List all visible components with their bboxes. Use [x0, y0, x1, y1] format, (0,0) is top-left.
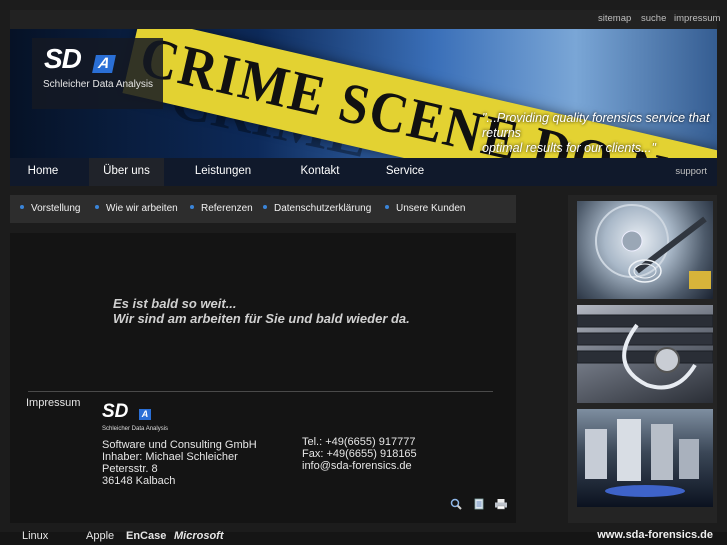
- small-logo: SD A Schleicher Data Analysis: [102, 401, 182, 436]
- small-logo-subtitle: Schleicher Data Analysis: [102, 426, 169, 432]
- bullet-icon: [190, 205, 194, 210]
- phone: Tel.: +49(6655) 917777: [302, 436, 416, 448]
- small-logo-main: SD: [102, 401, 129, 422]
- print-icon[interactable]: [494, 498, 508, 510]
- encase-logo: EnCase: [126, 530, 167, 542]
- impressum-top-link[interactable]: impressum: [674, 13, 720, 24]
- nav-home[interactable]: Home: [10, 158, 76, 186]
- subnav-label: Wie wir arbeiten: [106, 203, 178, 214]
- subnav-label: Datenschutzerklärung: [274, 203, 372, 214]
- nav-ueber-uns[interactable]: Über uns: [89, 158, 164, 186]
- city: 36148 Kalbach: [102, 475, 176, 487]
- nav-service[interactable]: Service: [375, 158, 435, 186]
- logo-subtitle: Schleicher Data Analysis: [43, 79, 154, 90]
- sitemap-link[interactable]: sitemap: [598, 13, 631, 24]
- maintenance-message: Es ist bald so weit... Wir sind am arbei…: [113, 296, 410, 326]
- hero-banner: CRIME CRIME SCENE DO NOT CROSS SD A Schl…: [10, 29, 717, 158]
- hero-quote-line2: optimal results for our clients...": [482, 141, 656, 155]
- photo-column: [568, 195, 717, 523]
- linux-logo: Linux: [22, 530, 49, 542]
- nav-leistungen[interactable]: Leistungen: [185, 158, 261, 186]
- subnav-referenzen[interactable]: Referenzen: [190, 195, 253, 223]
- subnav-datenschutz[interactable]: Datenschutzerklärung: [263, 195, 371, 223]
- message-line1: Es ist bald so weit...: [113, 296, 237, 311]
- logo-accent: A: [92, 55, 116, 73]
- bullet-icon: [385, 205, 389, 210]
- owner-name: Inhaber: Michael Schleicher: [102, 451, 238, 463]
- site-logo[interactable]: SD A Schleicher Data Analysis: [32, 38, 163, 109]
- address-block: Software und Consulting GmbH Inhaber: Mi…: [102, 439, 257, 487]
- impressum-heading: Impressum: [26, 397, 81, 409]
- fax: Fax: +49(6655) 918165: [302, 448, 417, 460]
- subnav-label: Unsere Kunden: [396, 203, 466, 214]
- nav-kontakt[interactable]: Kontakt: [290, 158, 350, 186]
- support-link[interactable]: support: [675, 158, 707, 186]
- logo-main: SD: [44, 43, 82, 74]
- apple-logo: Apple: [86, 530, 115, 542]
- subnav-label: Referenzen: [201, 203, 253, 214]
- footer: Linux Apple EnCase Microsoft www.sda-for…: [0, 529, 727, 545]
- main-content: Es ist bald so weit... Wir sind am arbei…: [10, 233, 516, 523]
- subnav-label: Vorstellung: [31, 203, 81, 214]
- microsoft-logo: Microsoft: [174, 530, 224, 542]
- message-line2: Wir sind am arbeiten für Sie und bald wi…: [113, 311, 410, 326]
- divider: [28, 391, 493, 392]
- small-logo-accent: A: [139, 409, 151, 420]
- footer-url[interactable]: www.sda-forensics.de: [597, 529, 713, 541]
- email-link[interactable]: info@sda-forensics.de: [302, 460, 417, 472]
- microscope-photo: [577, 409, 713, 507]
- subnav-unsere-kunden[interactable]: Unsere Kunden: [385, 195, 466, 223]
- document-icon[interactable]: [472, 498, 486, 510]
- bullet-icon: [263, 205, 267, 210]
- street: Petersstr. 8: [102, 463, 158, 475]
- bullet-icon: [20, 205, 24, 210]
- contact-block: Tel.: +49(6655) 917777 Fax: +49(6655) 91…: [302, 436, 417, 472]
- main-navigation: Home Über uns Leistungen Kontakt Service…: [10, 158, 717, 186]
- sub-navigation: Vorstellung Wie wir arbeiten Referenzen …: [10, 195, 516, 223]
- hard-drive-fingerprint-photo: [577, 201, 713, 299]
- company-name: Software und Consulting GmbH: [102, 439, 257, 451]
- zoom-icon[interactable]: [450, 498, 464, 510]
- laptop-stethoscope-photo: [577, 305, 713, 403]
- hero-quote: "...Providing quality forensics service …: [482, 111, 712, 156]
- subnav-vorstellung[interactable]: Vorstellung: [20, 195, 80, 223]
- subnav-wie-wir-arbeiten[interactable]: Wie wir arbeiten: [95, 195, 178, 223]
- hero-quote-line1: "...Providing quality forensics service …: [482, 111, 710, 140]
- search-link[interactable]: suche: [641, 13, 666, 24]
- bullet-icon: [95, 205, 99, 210]
